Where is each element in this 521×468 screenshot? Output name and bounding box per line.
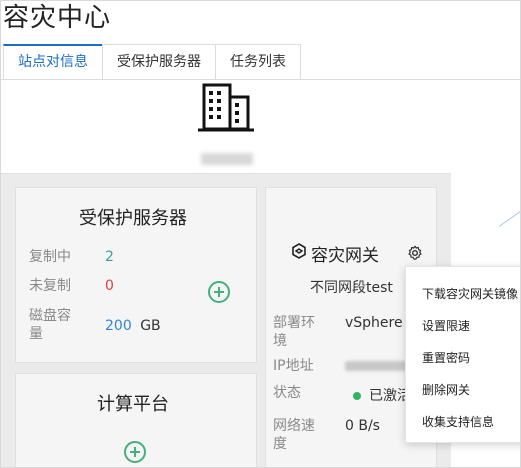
status-label: 状态 [273,385,301,401]
tab-divider [1,79,520,80]
menu-item-reset-password[interactable]: 重置密码 [422,349,470,366]
tab-protected-servers[interactable]: 受保护服务器 [102,44,216,79]
menu-item-download-image[interactable]: 下载容灾网关镜像 [422,285,518,302]
tab-site-pair-info[interactable]: 站点对信息 [3,44,103,80]
ip-address-redacted [345,361,407,371]
compute-platform-title: 计算平台 [97,394,169,415]
topology-link [498,208,520,227]
network-speed-label: 网络速 度 [273,418,315,452]
status-dot [353,392,361,400]
network-speed-value: 0 B/s [345,418,380,434]
add-protected-server-button[interactable] [208,281,230,303]
menu-item-delete-gateway[interactable]: 删除网关 [422,381,470,398]
disk-capacity-label: 磁盘容 量 [29,308,71,342]
gateway-icon [292,243,306,259]
replicating-label: 复制中 [29,249,71,265]
menu-item-collect-support-info[interactable]: 收集支持信息 [422,413,494,430]
gear-icon[interactable] [407,245,423,261]
gateway-actions-menu: 下载容灾网关镜像 设置限速 重置密码 删除网关 收集支持信息 [405,266,520,443]
menu-item-set-rate-limit[interactable]: 设置限速 [422,317,470,334]
building-icon [198,83,254,132]
deploy-env-label: 部署环 境 [273,315,315,349]
tab-task-list[interactable]: 任务列表 [215,44,301,79]
add-compute-platform-button[interactable] [124,441,146,463]
disk-capacity-value: 200 GB [105,318,161,334]
replicating-count[interactable]: 2 [105,248,114,266]
gateway-title: 容灾网关 [311,246,379,266]
deploy-env-value: vSphere [345,315,403,331]
app-window: 容灾中心 站点对信息 受保护服务器 任务列表 受保护服务器 复制中 2 未复制 … [0,0,521,468]
unreplicated-label: 未复制 [29,278,71,294]
tab-bar: 站点对信息 受保护服务器 任务列表 [3,44,301,80]
unreplicated-count[interactable]: 0 [105,277,114,295]
site-name-redacted [201,153,253,165]
ip-address-label: IP地址 [273,358,314,374]
gateway-name: 不同网段test [310,280,393,296]
protected-servers-title: 受保护服务器 [79,208,187,229]
page-title: 容灾中心 [3,3,112,33]
